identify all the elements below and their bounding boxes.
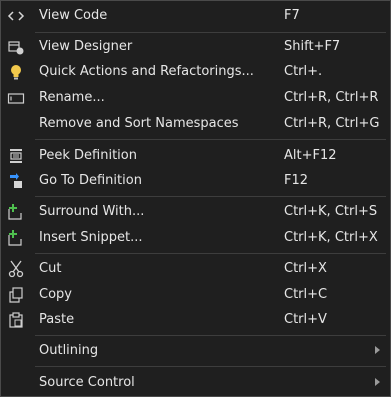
menu-item-shortcut: Ctrl+R, Ctrl+G: [284, 116, 380, 131]
menu-item-quick-actions[interactable]: Quick Actions and Refactorings... Ctrl+.: [1, 59, 390, 84]
menu-item-shortcut: F7: [284, 8, 300, 23]
menu-item-label: Remove and Sort Namespaces: [39, 116, 239, 131]
menu-item-label: Paste: [39, 312, 75, 327]
menu-item-go-to-definition[interactable]: Go To Definition F12: [1, 168, 390, 193]
menu-item-cut[interactable]: Cut Ctrl+X: [1, 256, 390, 281]
menu-item-label: Cut: [39, 261, 62, 276]
menu-item-shortcut: Ctrl+C: [284, 287, 328, 302]
menu-item-remove-sort-namespaces[interactable]: Remove and Sort Namespaces Ctrl+R, Ctrl+…: [1, 111, 390, 136]
menu-item-shortcut: F12: [284, 173, 309, 188]
menu-separator: [35, 335, 386, 336]
menu-item-label: Insert Snippet...: [39, 230, 143, 245]
menu-item-shortcut: Ctrl+V: [284, 312, 327, 327]
menu-item-insert-snippet[interactable]: Insert Snippet... Ctrl+K, Ctrl+X: [1, 225, 390, 250]
menu-item-label: View Code: [39, 8, 108, 23]
copy-icon: [7, 286, 25, 304]
surround-with-icon: [7, 203, 25, 221]
peek-definition-icon: [7, 147, 25, 165]
menu-separator: [35, 139, 386, 140]
menu-item-label: Quick Actions and Refactorings...: [39, 64, 254, 79]
menu-item-shortcut: Alt+F12: [284, 148, 337, 163]
code-icon: [7, 7, 25, 25]
menu-item-label: Go To Definition: [39, 173, 142, 188]
paste-icon: [7, 311, 25, 329]
menu-separator: [35, 196, 386, 197]
menu-item-label: Peek Definition: [39, 148, 137, 163]
menu-item-shortcut: Ctrl+.: [284, 64, 323, 79]
menu-item-label: Surround With...: [39, 204, 145, 219]
menu-item-paste[interactable]: Paste Ctrl+V: [1, 307, 390, 332]
menu-item-label: Source Control: [39, 375, 135, 390]
menu-item-shortcut: Shift+F7: [284, 39, 341, 54]
chevron-right-icon: [375, 346, 380, 354]
menu-separator: [35, 32, 386, 33]
menu-separator: [35, 366, 386, 367]
menu-item-label: View Designer: [39, 39, 133, 54]
insert-snippet-icon: [7, 229, 25, 247]
menu-item-peek-definition[interactable]: Peek Definition Alt+F12: [1, 143, 390, 168]
menu-item-surround-with[interactable]: Surround With... Ctrl+K, Ctrl+S: [1, 199, 390, 224]
menu-item-outlining[interactable]: Outlining: [1, 338, 390, 363]
menu-item-view-code[interactable]: View Code F7: [1, 3, 390, 28]
menu-item-shortcut: Ctrl+R, Ctrl+R: [284, 90, 379, 105]
menu-item-shortcut: Ctrl+X: [284, 261, 327, 276]
menu-item-label: Rename...: [39, 90, 105, 105]
scissors-icon: [7, 260, 25, 278]
context-menu: View Code F7 View Designer Shift+F7 Quic…: [0, 0, 391, 397]
menu-item-shortcut: Ctrl+K, Ctrl+S: [284, 204, 378, 219]
menu-item-view-designer[interactable]: View Designer Shift+F7: [1, 34, 390, 59]
go-to-definition-icon: [7, 172, 25, 190]
menu-item-copy[interactable]: Copy Ctrl+C: [1, 282, 390, 307]
menu-item-source-control[interactable]: Source Control: [1, 370, 390, 395]
rename-icon: [7, 89, 25, 107]
menu-item-label: Outlining: [39, 343, 99, 358]
lightbulb-icon: [7, 63, 25, 81]
designer-icon: [7, 38, 25, 56]
menu-item-rename[interactable]: Rename... Ctrl+R, Ctrl+R: [1, 85, 390, 110]
menu-item-label: Copy: [39, 287, 72, 302]
menu-item-shortcut: Ctrl+K, Ctrl+X: [284, 230, 378, 245]
chevron-right-icon: [375, 378, 380, 386]
menu-separator: [35, 253, 386, 254]
